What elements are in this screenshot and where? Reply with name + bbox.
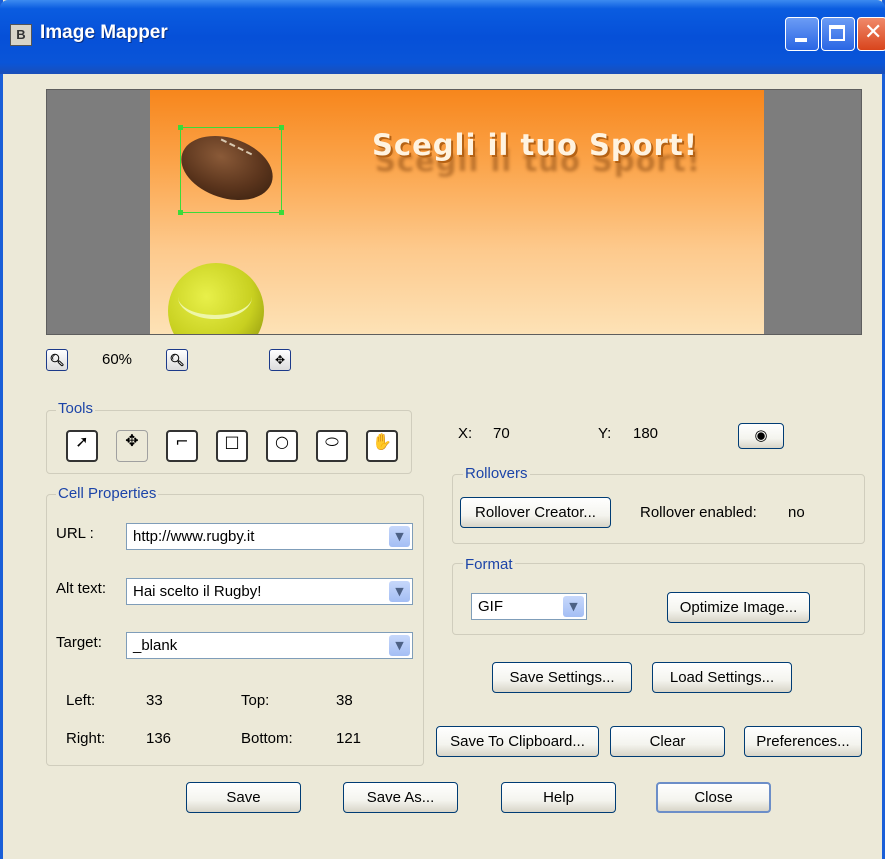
url-combo[interactable]: http://www.rugby.it ▼ (126, 523, 413, 550)
save-as-label: Save As... (366, 789, 435, 806)
target-value: _blank (133, 637, 178, 654)
image-preview[interactable]: Scegli il tuo Sport! (46, 89, 862, 335)
target-label: Target: (56, 634, 102, 651)
image-mapper-window: B Image Mapper ✕ Scegli il tuo Sport! 🔍︎… (0, 0, 885, 859)
title-bar[interactable]: B Image Mapper ✕ (0, 0, 885, 74)
y-label: Y: (598, 425, 612, 442)
cell-properties-label: Cell Properties (56, 485, 159, 502)
polygon-tool-icon: ⌐ (175, 432, 189, 451)
maximize-button[interactable] (821, 17, 855, 51)
banner-text: Scegli il tuo Sport! (372, 128, 698, 162)
chevron-down-icon[interactable]: ▼ (389, 526, 410, 547)
app-icon: B (10, 24, 32, 46)
right-value: 136 (146, 730, 172, 747)
load-settings-label: Load Settings... (669, 669, 775, 686)
close-label: Close (694, 789, 733, 806)
help-button[interactable]: Help (501, 782, 616, 813)
url-label: URL : (56, 525, 94, 542)
preferences-button[interactable]: Preferences... (744, 726, 862, 757)
move-tool-button[interactable]: ✥ (116, 430, 148, 462)
move-tool-icon: ✥ (125, 431, 139, 450)
rollover-creator-label: Rollover Creator... (475, 504, 596, 521)
resize-handle[interactable] (178, 210, 183, 215)
y-value: 180 (633, 425, 659, 442)
hand-tool-icon: ✋ (372, 432, 392, 451)
minimize-button[interactable] (785, 17, 819, 51)
alt-text-value: Hai scelto il Rugby! (133, 583, 262, 600)
top-value: 38 (336, 692, 353, 709)
save-settings-label: Save Settings... (509, 669, 615, 686)
zoom-in-button[interactable]: 🔍︎ (166, 349, 188, 371)
left-value: 33 (146, 692, 163, 709)
alt-text-label: Alt text: (56, 580, 107, 597)
rollover-enabled-value: no (788, 504, 805, 521)
url-value: http://www.rugby.it (133, 528, 255, 545)
resize-handle[interactable] (279, 210, 284, 215)
save-as-button[interactable]: Save As... (343, 782, 458, 813)
eraser-tool-icon: ⬭ (325, 432, 339, 451)
alt-text-combo[interactable]: Hai scelto il Rugby! ▼ (126, 578, 413, 605)
x-value: 70 (493, 425, 510, 442)
circle-tool-icon: ○ (275, 432, 289, 451)
save-settings-button[interactable]: Save Settings... (492, 662, 632, 693)
format-label: Format (463, 556, 515, 573)
tennis-seam (178, 275, 252, 319)
bottom-value: 121 (336, 730, 362, 747)
save-to-clipboard-label: Save To Clipboard... (450, 733, 585, 750)
resize-handle[interactable] (178, 125, 183, 130)
preferences-label: Preferences... (756, 733, 850, 750)
tennis-ball-image (168, 263, 264, 334)
pan-move-icon: ✥ (274, 353, 286, 367)
optimize-image-button[interactable]: Optimize Image... (667, 592, 810, 623)
save-button[interactable]: Save (186, 782, 301, 813)
zoom-level: 60% (102, 351, 133, 368)
close-button[interactable]: Close (656, 782, 771, 813)
preview-toggle-button[interactable]: ◉ (738, 423, 784, 449)
save-label: Save (226, 789, 261, 806)
optimize-image-label: Optimize Image... (679, 599, 798, 616)
pointer-tool-icon: ➚ (75, 432, 89, 451)
eraser-tool-button[interactable]: ⬭ (316, 430, 348, 462)
circle-tool-button[interactable]: ○ (266, 430, 298, 462)
format-combo[interactable]: GIF ▼ (471, 593, 587, 620)
rectangle-tool-button[interactable]: □ (216, 430, 248, 462)
pan-button[interactable]: ✥ (269, 349, 291, 371)
zoom-out-icon: 🔍︎ (49, 353, 65, 367)
right-label: Right: (66, 730, 106, 747)
rollover-enabled-label: Rollover enabled: (640, 504, 757, 521)
close-window-button[interactable]: ✕ (857, 17, 885, 51)
tools-label: Tools (56, 400, 96, 417)
chevron-down-icon[interactable]: ▼ (389, 581, 410, 602)
window-title: Image Mapper (40, 22, 168, 43)
zoom-out-button[interactable]: 🔍︎ (46, 349, 68, 371)
pointer-tool-button[interactable]: ➚ (66, 430, 98, 462)
rollover-creator-button[interactable]: Rollover Creator... (460, 497, 611, 528)
zoom-in-icon: 🔍︎ (169, 353, 185, 367)
close-icon: ✕ (864, 20, 883, 45)
image-canvas[interactable]: Scegli il tuo Sport! (150, 90, 764, 334)
left-label: Left: (66, 692, 96, 709)
target-combo[interactable]: _blank ▼ (126, 632, 413, 659)
eye-icon: ◉ (754, 427, 768, 444)
save-to-clipboard-button[interactable]: Save To Clipboard... (436, 726, 599, 757)
resize-handle[interactable] (279, 125, 284, 130)
bottom-label: Bottom: (241, 730, 293, 747)
clear-button[interactable]: Clear (610, 726, 725, 757)
format-value: GIF (478, 598, 503, 615)
chevron-down-icon[interactable]: ▼ (389, 635, 410, 656)
hotspot-selection[interactable] (178, 125, 284, 215)
help-label: Help (543, 789, 574, 806)
rectangle-tool-icon: □ (224, 432, 240, 451)
chevron-down-icon[interactable]: ▼ (563, 596, 584, 617)
load-settings-button[interactable]: Load Settings... (652, 662, 792, 693)
rollovers-label: Rollovers (463, 465, 530, 482)
hand-tool-button[interactable]: ✋ (366, 430, 398, 462)
top-label: Top: (241, 692, 270, 709)
polygon-tool-button[interactable]: ⌐ (166, 430, 198, 462)
clear-label: Clear (649, 733, 686, 750)
x-label: X: (458, 425, 473, 442)
